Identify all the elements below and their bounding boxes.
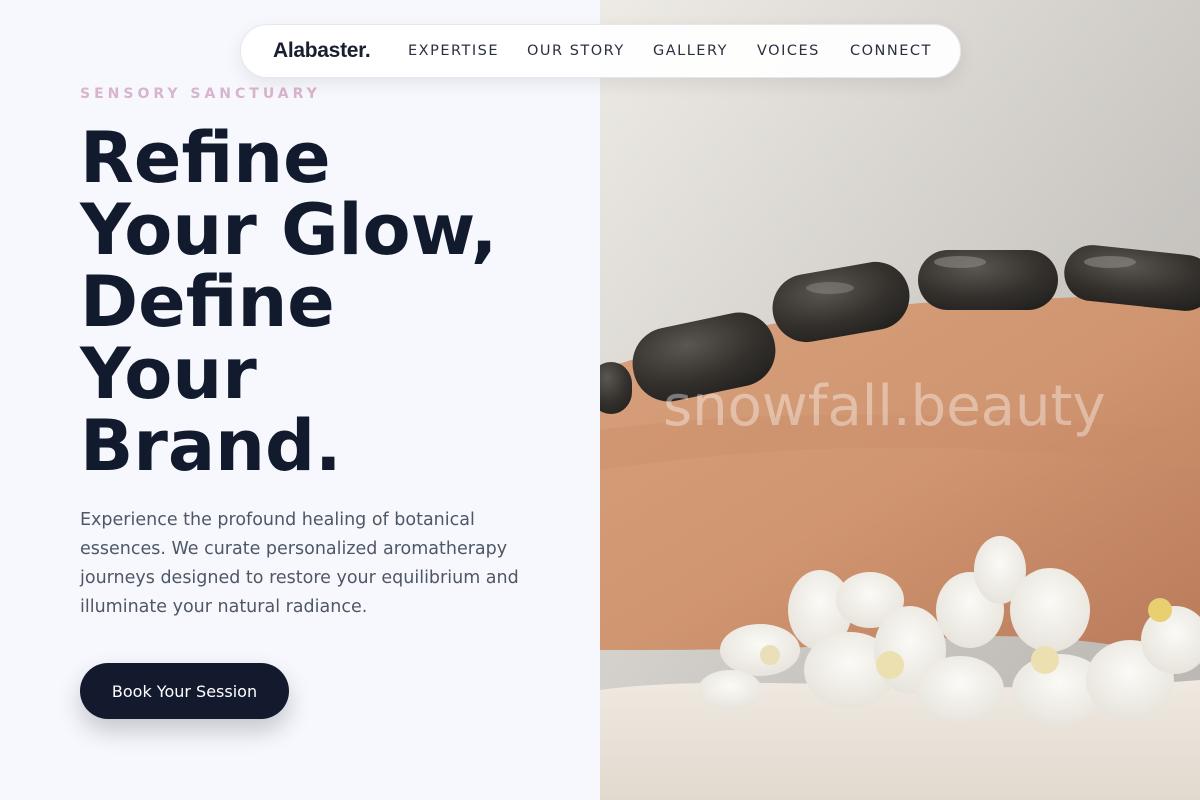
hero-headline: Refine Your Glow, Define Your Brand. [80, 122, 580, 482]
book-session-button[interactable]: Book Your Session [80, 663, 289, 719]
nav-link-connect[interactable]: CONNECT [850, 43, 932, 59]
top-navbar: Alabaster. EXPERTISE OUR STORY GALLERY V… [240, 24, 961, 78]
nav-link-expertise[interactable]: EXPERTISE [408, 43, 499, 59]
hero-description: Experience the profound healing of botan… [80, 510, 519, 617]
hero-text-panel: SENSORY SANCTUARY Refine Your Glow, Defi… [0, 0, 600, 800]
hero-eyebrow: SENSORY SANCTUARY [80, 86, 321, 102]
brand-logo[interactable]: Alabaster. [273, 39, 371, 63]
landing-page: SENSORY SANCTUARY Refine Your Glow, Defi… [0, 0, 1200, 800]
headline-line: Define [80, 261, 335, 343]
nav-link-our-story[interactable]: OUR STORY [527, 43, 625, 59]
headline-line: Your Glow, [80, 189, 498, 271]
headline-line: Brand. [80, 405, 342, 487]
headline-line: Refine [80, 117, 331, 199]
nav-link-gallery[interactable]: GALLERY [653, 43, 728, 59]
image-watermark: snowfall.beauty [663, 374, 1106, 439]
headline-line: Your [80, 333, 257, 415]
nav-link-voices[interactable]: VOICES [757, 43, 820, 59]
